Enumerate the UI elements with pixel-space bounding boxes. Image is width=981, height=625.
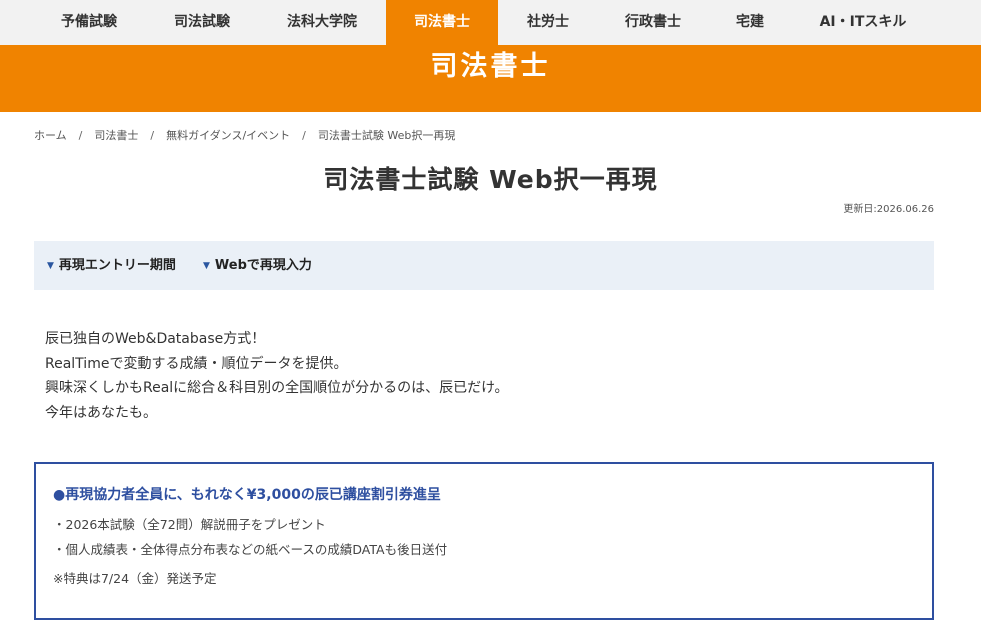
nav-item-yobi-shiken[interactable]: 予備試験 — [34, 0, 144, 45]
intro-line: RealTimeで変動する成績・順位データを提供。 — [45, 355, 348, 372]
nav-item-ai-it-skill[interactable]: AI・ITスキル — [798, 0, 928, 45]
nav-item-sharoushi[interactable]: 社労士 — [498, 0, 598, 45]
triangle-down-icon: ▼ — [47, 261, 54, 271]
breadcrumb-separator: / — [150, 129, 155, 142]
benefit-item: ・2026本試験（全72問）解説冊子をプレゼント — [53, 517, 326, 532]
breadcrumb-guidance-events[interactable]: 無料ガイダンス/イベント — [166, 129, 290, 142]
breadcrumb-shiho-shoshi[interactable]: 司法書士 — [94, 129, 138, 142]
nav-item-shiho-shiken[interactable]: 司法試験 — [147, 0, 257, 45]
banner-title: 司法書士 — [430, 51, 551, 82]
anchor-entry-period[interactable]: ▼ 再現エントリー期間 — [47, 241, 176, 290]
intro-line: 興味深くしかもRealに総合＆科目別の全国順位が分かるのは、辰已だけ。 — [45, 380, 509, 396]
intro-line: 辰已独自のWeb&Database方式！ — [45, 331, 266, 347]
section-banner: 司法書士 — [0, 45, 981, 112]
anchor-link-bar: ▼ 再現エントリー期間 ▼ Webで再現入力 — [34, 241, 934, 290]
anchor-web-input-label: Webで再現入力 — [214, 258, 312, 273]
breadcrumb: ホーム / 司法書士 / 無料ガイダンス/イベント / 司法書士試験 Web択一再現 — [34, 128, 455, 144]
triangle-down-icon: ▼ — [203, 261, 210, 271]
breadcrumb-current: 司法書士試験 Web択一再現 — [317, 129, 456, 142]
intro-line: 今年はあなたも。 — [45, 404, 157, 421]
benefit-box: ●再現協力者全員に、もれなく¥3,000の辰已講座割引券進呈 ・2026本試験（… — [34, 462, 934, 620]
intro-text: 辰已独自のWeb&Database方式！ RealTimeで変動する成績・順位デ… — [45, 327, 508, 425]
benefit-item: ・個人成績表・全体得点分布表などの紙ベースの成績DATAも後日送付 — [53, 542, 448, 557]
nav-item-gyosei-shoshi[interactable]: 行政書士 — [604, 0, 702, 45]
updated-date: 更新日:2026.06.26 — [843, 204, 934, 215]
nav-item-shiho-shoshi[interactable]: 司法書士 — [386, 0, 498, 45]
benefit-headline: ●再現協力者全員に、もれなく¥3,000の辰已講座割引券進呈 — [53, 487, 441, 503]
nav-item-hoka-daigakuin[interactable]: 法科大学院 — [260, 0, 384, 45]
nav-item-takken[interactable]: 宅建 — [710, 0, 790, 45]
page-title: 司法書士試験 Web択一再現 — [323, 165, 658, 194]
breadcrumb-home[interactable]: ホーム — [34, 129, 67, 142]
top-navigation: 予備試験 司法試験 法科大学院 司法書士 社労士 行政書士 宅建 AI・ITスキ… — [0, 0, 981, 45]
benefit-note: ※特典は7/24（金）発送予定 — [53, 571, 217, 586]
benefit-list: ・2026本試験（全72問）解説冊子をプレゼント ・個人成績表・全体得点分布表な… — [53, 512, 447, 562]
anchor-entry-period-label: 再現エントリー期間 — [58, 258, 176, 273]
breadcrumb-separator: / — [78, 129, 83, 142]
breadcrumb-separator: / — [302, 129, 306, 142]
anchor-web-input[interactable]: ▼ Webで再現入力 — [203, 241, 312, 290]
